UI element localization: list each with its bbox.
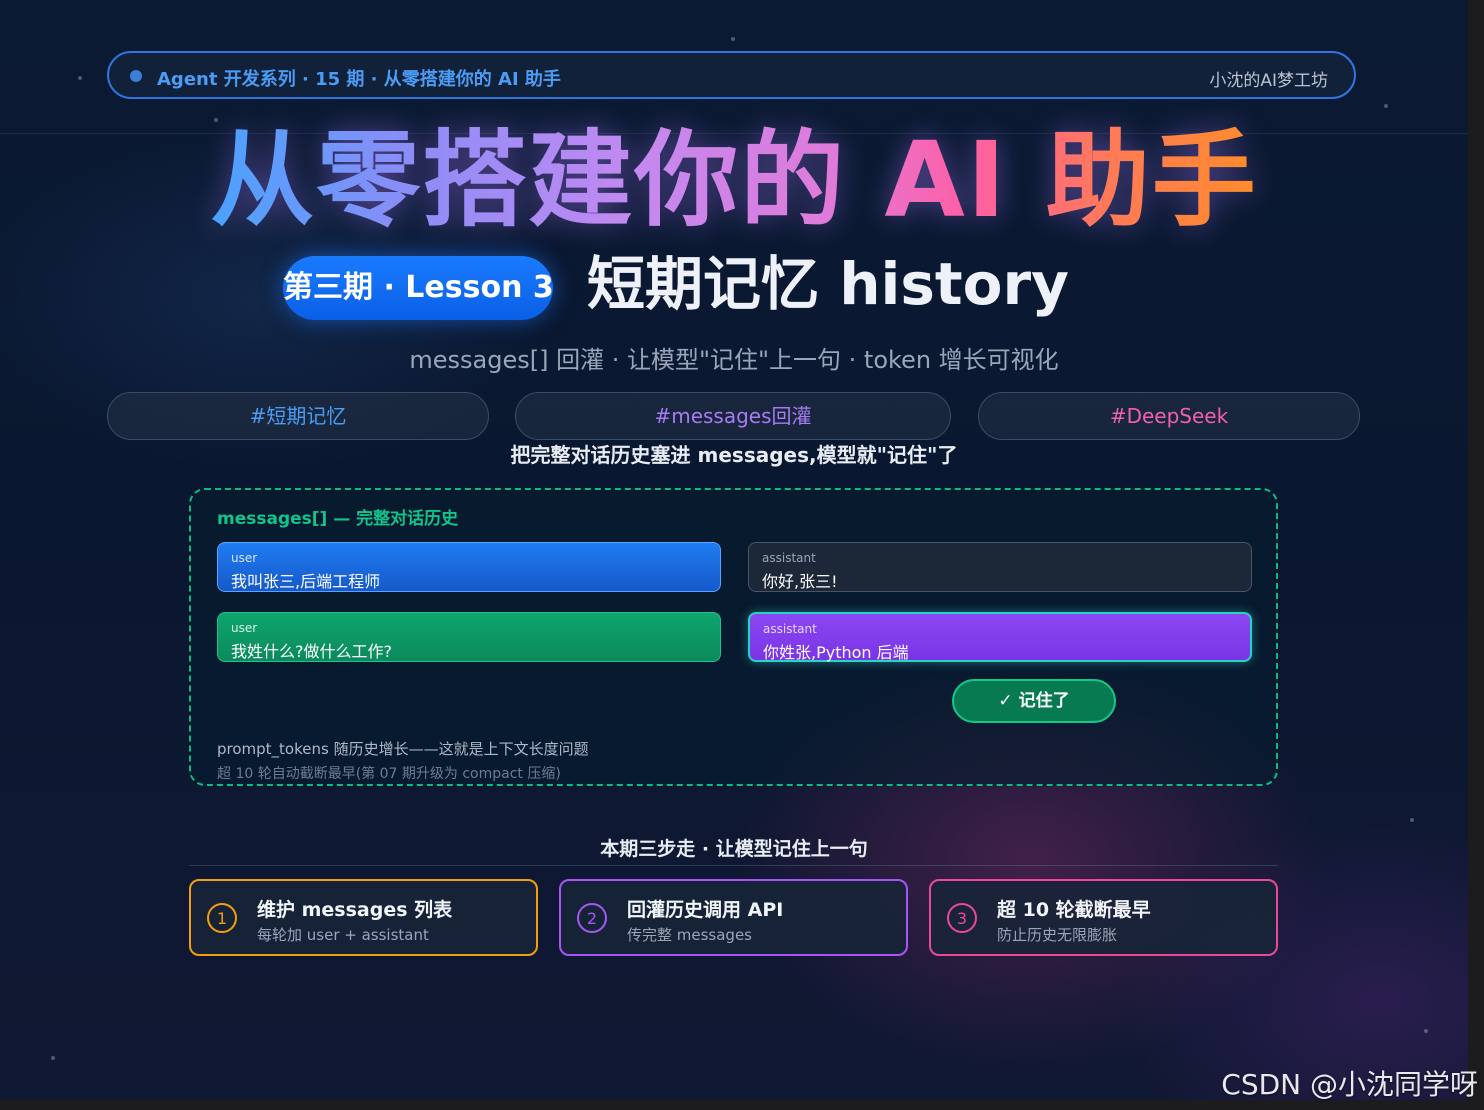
tag-label: #messages回灌 bbox=[654, 404, 812, 428]
window-edge-right bbox=[1468, 0, 1484, 1110]
message-text: 我叫张三,后端工程师 bbox=[231, 572, 381, 591]
star-dot bbox=[51, 1056, 55, 1060]
tag-label: #短期记忆 bbox=[249, 404, 347, 428]
star-dot bbox=[1384, 104, 1388, 108]
tag-short-term-memory: #短期记忆 bbox=[107, 392, 489, 440]
remembered-badge: ✓ 记住了 bbox=[952, 679, 1116, 723]
message-role: assistant bbox=[762, 551, 816, 565]
lesson-badge: 第三期 · Lesson 3 bbox=[283, 256, 554, 320]
tag-deepseek: #DeepSeek bbox=[978, 392, 1360, 440]
step-card-3: 3 超 10 轮截断最早 防止历史无限膨胀 bbox=[929, 879, 1278, 956]
tag-messages-replay: #messages回灌 bbox=[515, 392, 951, 440]
truncation-note: 超 10 轮自动截断最早(第 07 期升级为 compact 压缩) bbox=[217, 766, 561, 782]
diagram-caption: 把完整对话历史塞进 messages,模型就"记住"了 bbox=[510, 443, 958, 467]
messages-diagram: messages[] — 完整对话历史 user 我叫张三,后端工程师 assi… bbox=[189, 488, 1278, 786]
steps-divider bbox=[189, 865, 1278, 866]
message-bubble-user: user 我叫张三,后端工程师 bbox=[217, 542, 721, 592]
star-dot bbox=[78, 76, 82, 80]
step-card-2: 2 回灌历史调用 API 传完整 messages bbox=[559, 879, 908, 956]
author-name: 小沈的AI梦工坊 bbox=[1209, 71, 1328, 91]
step-description: 每轮加 user + assistant bbox=[257, 926, 429, 944]
series-header-bar: Agent 开发系列 · 15 期 · 从零搭建你的 AI 助手 小沈的AI梦工… bbox=[107, 51, 1356, 99]
step-title: 超 10 轮截断最早 bbox=[997, 899, 1151, 921]
message-role: user bbox=[231, 621, 258, 635]
step-number-badge: 3 bbox=[947, 903, 977, 933]
star-dot bbox=[1424, 1029, 1428, 1033]
csdn-watermark: CSDN @小沈同学呀 bbox=[1221, 1068, 1478, 1101]
message-bubble-user: user 我姓什么?做什么工作? bbox=[217, 612, 721, 662]
message-text: 你姓张,Python 后端 bbox=[763, 643, 909, 662]
step-title: 维护 messages 列表 bbox=[257, 899, 453, 921]
tag-label: #DeepSeek bbox=[1109, 404, 1229, 428]
cover-canvas: Agent 开发系列 · 15 期 · 从零搭建你的 AI 助手 小沈的AI梦工… bbox=[0, 0, 1484, 1110]
step-number-badge: 1 bbox=[207, 903, 237, 933]
main-title: 从零搭建你的 AI 助手 bbox=[0, 118, 1468, 242]
diagram-title: messages[] — 完整对话历史 bbox=[217, 509, 459, 529]
step-number-badge: 2 bbox=[577, 903, 607, 933]
step-description: 传完整 messages bbox=[627, 926, 752, 944]
star-dot bbox=[1410, 818, 1414, 822]
step-description: 防止历史无限膨胀 bbox=[997, 926, 1118, 944]
series-label: Agent 开发系列 · 15 期 · 从零搭建你的 AI 助手 bbox=[157, 69, 561, 90]
message-text: 你好,张三! bbox=[762, 572, 838, 591]
message-role: assistant bbox=[763, 622, 817, 636]
message-bubble-assistant: assistant 你好,张三! bbox=[748, 542, 1252, 592]
message-text: 我姓什么?做什么工作? bbox=[231, 642, 392, 661]
star-dot bbox=[731, 37, 735, 41]
steps-title: 本期三步走 · 让模型记住上一句 bbox=[600, 838, 868, 860]
step-title: 回灌历史调用 API bbox=[627, 899, 784, 921]
main-title-text: 从零搭建你的 AI 助手 bbox=[210, 119, 1258, 241]
bullet-dot-icon bbox=[130, 70, 142, 82]
message-role: user bbox=[231, 551, 258, 565]
lesson-title: 短期记忆 history bbox=[587, 250, 1069, 318]
subtitle: messages[] 回灌 · 让模型"记住"上一句 · token 增长可视化 bbox=[409, 346, 1059, 374]
message-bubble-assistant-highlight: assistant 你姓张,Python 后端 bbox=[748, 612, 1252, 662]
step-card-1: 1 维护 messages 列表 每轮加 user + assistant bbox=[189, 879, 538, 956]
token-growth-note: prompt_tokens 随历史增长——这就是上下文长度问题 bbox=[217, 740, 589, 758]
